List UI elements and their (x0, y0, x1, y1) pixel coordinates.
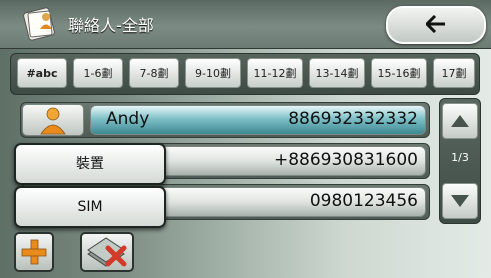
contact-phone: +886930831600 (273, 150, 418, 170)
popup-item-device[interactable]: 裝置 (14, 143, 166, 185)
contact-name: Andy (106, 109, 150, 129)
filter-tab-abc[interactable]: #abc (17, 58, 67, 88)
page-title: 聯絡人-全部 (68, 16, 154, 35)
triangle-up-icon (451, 115, 469, 127)
delete-cards-icon (87, 237, 127, 267)
filter-tab-9-10[interactable]: 9-10劃 (185, 58, 241, 88)
filter-tab-17[interactable]: 17劃 (433, 58, 475, 88)
plus-icon (21, 239, 47, 265)
stroke-filter-bar: #abc 1-6劃 7-8劃 9-10劃 11-12劃 13-14劃 15-16… (10, 53, 480, 95)
popup-item-sim[interactable]: SIM (14, 186, 166, 228)
scroll-controls: 1/3 (439, 98, 481, 224)
contacts-book-icon (23, 7, 55, 41)
triangle-down-icon (451, 195, 469, 207)
filter-tab-13-14[interactable]: 13-14劃 (309, 58, 365, 88)
scroll-up-button[interactable] (442, 103, 478, 139)
person-icon (40, 107, 66, 135)
contact-phone: 886932332332 (288, 109, 418, 129)
filter-tab-7-8[interactable]: 7-8劃 (129, 58, 179, 88)
contact-row[interactable]: Andy 886932332332 (20, 102, 430, 138)
page-indicator: 1/3 (451, 151, 469, 164)
filter-tab-11-12[interactable]: 11-12劃 (247, 58, 303, 88)
filter-tab-15-16[interactable]: 15-16劃 (371, 58, 427, 88)
title-bar: 聯絡人-全部 (0, 0, 491, 49)
filter-tab-1-6[interactable]: 1-6劃 (73, 58, 123, 88)
add-contact-button[interactable] (14, 232, 54, 272)
delete-contacts-button[interactable] (80, 232, 134, 272)
contact-phone: 0980123456 (309, 191, 418, 211)
contact-avatar (22, 104, 84, 136)
scroll-down-button[interactable] (442, 183, 478, 219)
back-button[interactable] (386, 6, 486, 44)
arrow-left-icon (426, 15, 445, 33)
